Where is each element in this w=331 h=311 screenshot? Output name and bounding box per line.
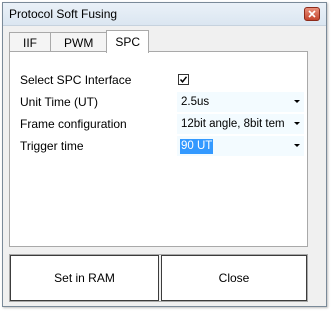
button-bar: Set in RAM Close	[9, 254, 308, 302]
select-spc-label: Select SPC Interface	[20, 73, 132, 87]
set-in-ram-button[interactable]: Set in RAM	[10, 255, 159, 301]
window-close-button[interactable]	[304, 7, 320, 21]
trigger-time-select[interactable]: 90 UT	[177, 136, 304, 156]
chevron-down-icon[interactable]	[294, 144, 300, 147]
tab-strip: IIF PWM SPC	[9, 30, 150, 53]
close-button[interactable]: Close	[161, 255, 307, 301]
frame-config-label: Frame configuration	[20, 117, 127, 131]
unit-time-select[interactable]: 2.5us	[177, 92, 304, 112]
frame-config-select[interactable]: 12bit angle, 8bit temp	[177, 114, 304, 134]
trigger-time-label: Trigger time	[20, 139, 84, 153]
select-spc-checkbox[interactable]	[178, 74, 189, 85]
frame-config-value: 12bit angle, 8bit temp	[181, 118, 285, 130]
trigger-time-row: Trigger time 90 UT	[10, 136, 307, 156]
tab-pwm[interactable]: PWM	[50, 32, 108, 52]
chevron-down-icon[interactable]	[294, 100, 300, 103]
window-title: Protocol Soft Fusing	[9, 7, 118, 21]
chevron-down-icon[interactable]	[294, 122, 300, 125]
tab-spc[interactable]: SPC	[106, 30, 150, 53]
trigger-time-value: 90 UT	[180, 139, 214, 154]
unit-time-label: Unit Time (UT)	[20, 95, 98, 109]
dialog-window: Protocol Soft Fusing IIF PWM SPC Select …	[2, 2, 327, 307]
select-spc-row: Select SPC Interface	[10, 70, 307, 90]
unit-time-row: Unit Time (UT) 2.5us	[10, 92, 307, 112]
tab-iif[interactable]: IIF	[9, 32, 51, 52]
spc-settings-panel: Select SPC Interface Unit Time (UT) 2.5u…	[9, 51, 308, 247]
unit-time-value: 2.5us	[181, 96, 210, 108]
frame-config-row: Frame configuration 12bit angle, 8bit te…	[10, 114, 307, 134]
title-bar[interactable]: Protocol Soft Fusing	[3, 3, 326, 26]
